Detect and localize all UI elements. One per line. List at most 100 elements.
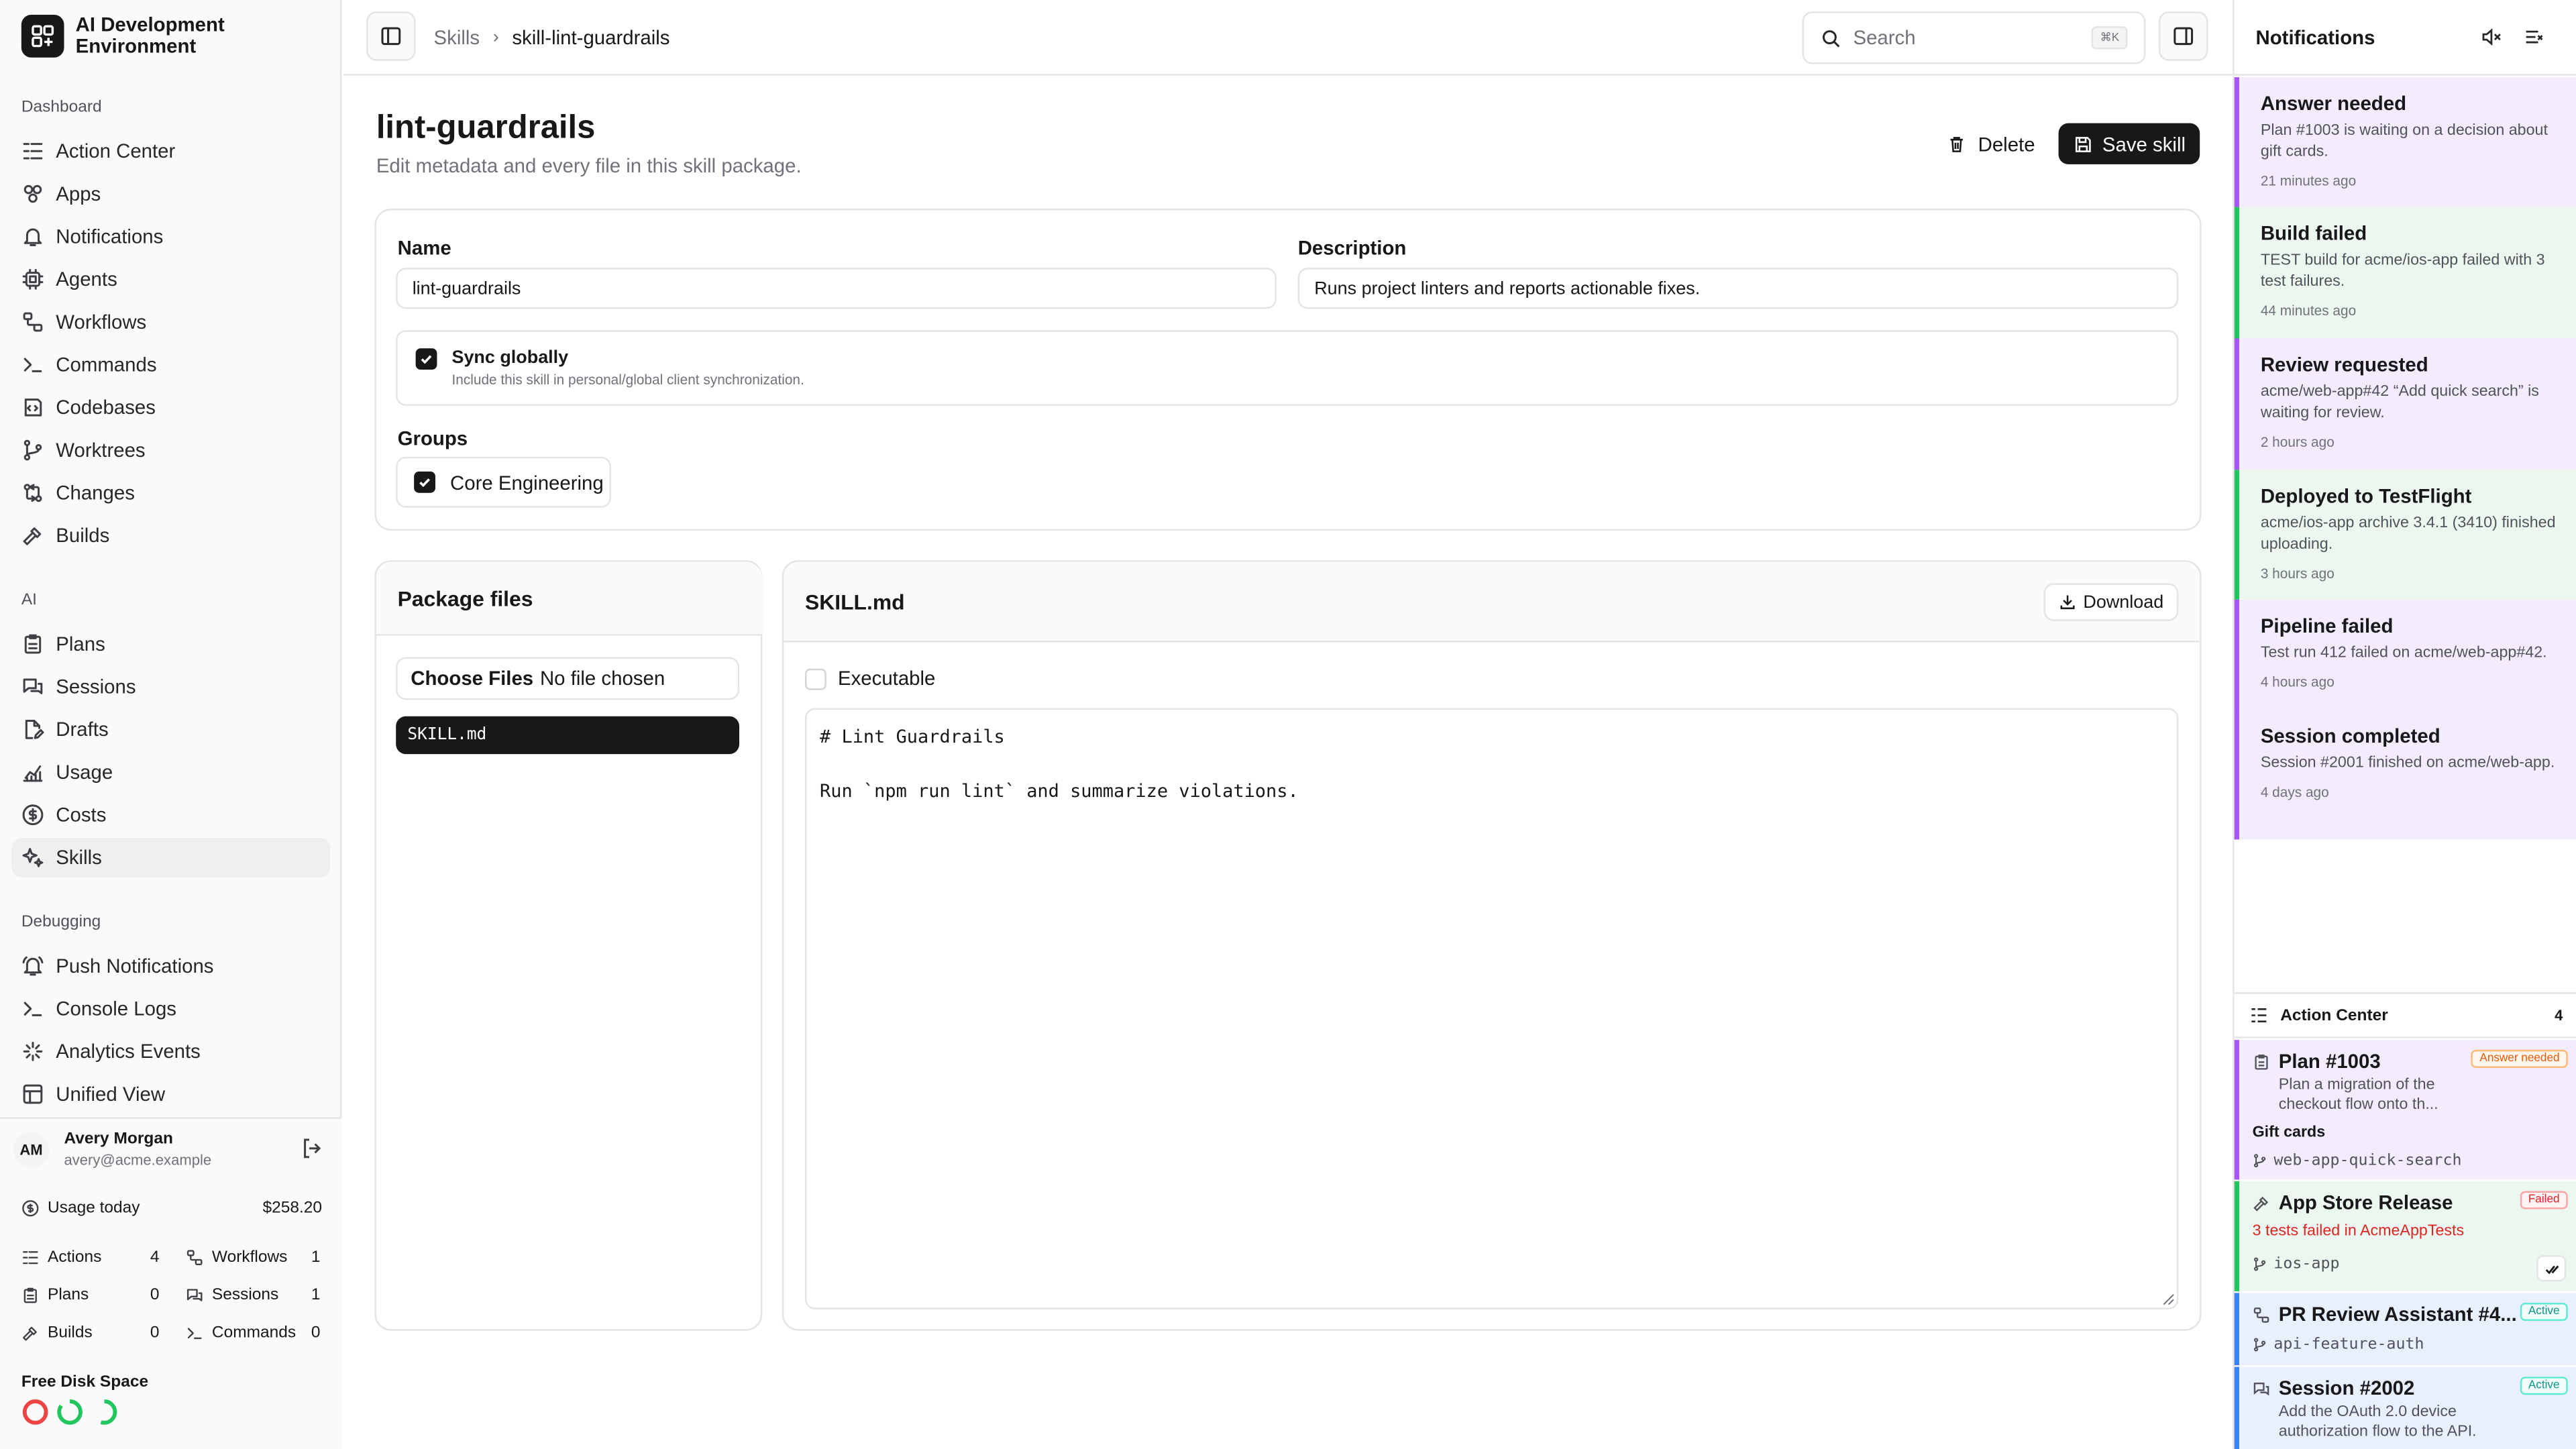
- sidebar-item-workflows[interactable]: Workflows: [11, 303, 330, 342]
- sparkles-icon: [21, 846, 44, 869]
- notification-item[interactable]: Deployed to TestFlight acme/ios-app archi…: [2234, 470, 2576, 600]
- stat-value: 0: [150, 1286, 160, 1305]
- sidebar-item-worktrees[interactable]: Worktrees: [11, 431, 330, 470]
- stat-value: 0: [311, 1324, 321, 1342]
- sidebar-item-analytics-events[interactable]: Analytics Events: [11, 1032, 330, 1071]
- editor-filename: SKILL.md: [805, 590, 905, 614]
- hammer-icon: [21, 1324, 40, 1342]
- notification-item[interactable]: Review requested acme/web-app#42 “Add qui…: [2234, 338, 2576, 470]
- resize-handle-icon[interactable]: [2162, 1293, 2176, 1306]
- description-label: Description: [1297, 236, 1407, 260]
- mark-done-button[interactable]: [2536, 1255, 2567, 1282]
- group-checkbox[interactable]: [414, 471, 435, 493]
- action-card-title: Plan #1003: [2278, 1049, 2381, 1073]
- usage-value: $258.20: [262, 1199, 323, 1218]
- sync-globally-option[interactable]: Sync globally Include this skill in pers…: [396, 330, 2179, 406]
- no-file-text: No file chosen: [539, 667, 665, 690]
- changes-icon: [21, 482, 44, 504]
- save-icon: [2075, 136, 2090, 152]
- stat-builds[interactable]: Builds 0: [21, 1324, 160, 1342]
- apps-icon: [21, 182, 44, 205]
- notification-item[interactable]: Answer needed Plan #1003 is waiting on a …: [2234, 77, 2576, 207]
- choose-files-button[interactable]: Choose Files: [411, 667, 533, 690]
- logout-icon[interactable]: [301, 1137, 323, 1160]
- sidebar-item-changes[interactable]: Changes: [11, 473, 330, 513]
- sidebar-item-push-notifications[interactable]: Push Notifications: [11, 947, 330, 986]
- sidebar-item-agents[interactable]: Agents: [11, 260, 330, 299]
- file-upload-input[interactable]: Choose Files No file chosen: [396, 657, 740, 700]
- sidebar-item-unified-view[interactable]: Unified View: [11, 1075, 330, 1114]
- mute-icon[interactable]: [2481, 26, 2502, 48]
- sidebar-item-skills[interactable]: Skills: [11, 837, 331, 877]
- download-button[interactable]: Download: [2043, 583, 2179, 621]
- executable-option[interactable]: Executable: [805, 667, 935, 690]
- group-core-engineering[interactable]: Core Engineering: [396, 456, 612, 508]
- sidebar-item-commands[interactable]: Commands: [11, 345, 330, 384]
- toggle-right-panel-button[interactable]: [2158, 11, 2208, 61]
- sidebar-item-drafts[interactable]: Drafts: [11, 710, 330, 749]
- sidebar-item-codebases[interactable]: Codebases: [11, 388, 330, 427]
- file-content-editor[interactable]: # Lint Guardrails Run `npm run lint` and…: [805, 708, 2179, 1309]
- sidebar-item-label: Drafts: [56, 718, 109, 741]
- description-field[interactable]: Runs project linters and reports actiona…: [1297, 268, 2179, 309]
- workflow-icon: [186, 1248, 204, 1267]
- codebase-icon: [21, 396, 44, 419]
- sidebar-item-notifications[interactable]: Notifications: [11, 217, 330, 256]
- notification-item[interactable]: Session completed Session #2001 finished …: [2234, 709, 2576, 840]
- sidebar-item-costs[interactable]: Costs: [11, 795, 330, 835]
- sidebar-item-usage[interactable]: Usage: [11, 753, 330, 792]
- workflow-icon: [21, 311, 44, 333]
- notification-title: Pipeline failed: [2260, 614, 2394, 638]
- stat-actions[interactable]: Actions 4: [21, 1248, 160, 1267]
- name-field[interactable]: lint-guardrails: [396, 268, 1277, 309]
- file-item-skill-md[interactable]: SKILL.md: [396, 716, 740, 755]
- branch-icon: [21, 439, 44, 462]
- sidebar-item-console-logs[interactable]: Console Logs: [11, 989, 330, 1028]
- notifications-header: Notifications: [2234, 0, 2576, 76]
- disk-gauge: [21, 1398, 50, 1426]
- action-card-session-2002[interactable]: Session #2002 Active Add the OAuth 2.0 d…: [2234, 1366, 2576, 1449]
- search-input[interactable]: Search ⌘K: [1802, 11, 2146, 64]
- action-card-plan-1003[interactable]: Plan #1003 Answer needed Plan a migratio…: [2234, 1040, 2576, 1180]
- stat-label: Actions: [48, 1248, 102, 1267]
- download-icon: [2060, 595, 2075, 610]
- stat-plans[interactable]: Plans 0: [21, 1287, 160, 1305]
- sidebar-item-label: Unified View: [56, 1082, 166, 1106]
- stat-commands[interactable]: Commands 0: [186, 1324, 321, 1342]
- sidebar-item-action-center[interactable]: Action Center: [11, 131, 330, 171]
- executable-checkbox[interactable]: [805, 667, 826, 690]
- user-profile[interactable]: AM Avery Morgan avery@acme.example: [13, 1130, 211, 1168]
- dollar-icon: [21, 1199, 40, 1218]
- download-label: Download: [2083, 592, 2164, 612]
- notification-time: 21 minutes ago: [2260, 172, 2357, 189]
- sync-globally-checkbox[interactable]: [415, 348, 437, 370]
- executable-label: Executable: [837, 667, 936, 690]
- status-badge: Answer needed: [2471, 1049, 2568, 1068]
- clear-all-icon[interactable]: [2524, 26, 2545, 48]
- notification-item[interactable]: Build failed TEST build for acme/ios-app …: [2234, 207, 2576, 339]
- action-card-extra: Gift cards: [2252, 1124, 2326, 1142]
- notification-item[interactable]: Pipeline failed Test run 412 failed on ac…: [2234, 599, 2576, 710]
- section-label: Debugging: [21, 913, 101, 932]
- action-card-app-store-release[interactable]: App Store Release Failed 3 tests failed …: [2234, 1181, 2576, 1291]
- breadcrumb-skills[interactable]: Skills: [434, 26, 480, 49]
- action-card-pr-review[interactable]: PR Review Assistant #4... Active api-fea…: [2234, 1293, 2576, 1366]
- check-icon: [421, 355, 432, 364]
- save-skill-button[interactable]: Save skill: [2058, 123, 2200, 164]
- activity-icon: [21, 1040, 44, 1063]
- sidebar-item-label: Agents: [56, 268, 117, 291]
- toggle-sidebar-button[interactable]: [366, 11, 416, 61]
- sidebar-item-builds[interactable]: Builds: [11, 516, 330, 555]
- sidebar-item-sessions[interactable]: Sessions: [11, 667, 330, 706]
- sidebar-item-plans[interactable]: Plans: [11, 625, 330, 664]
- app-brand[interactable]: AI Development Environment: [21, 14, 256, 58]
- stat-workflows[interactable]: Workflows 1: [186, 1248, 321, 1267]
- stat-label: Workflows: [211, 1248, 288, 1267]
- sidebar-item-apps[interactable]: Apps: [11, 174, 330, 214]
- check-check-icon: [2544, 1265, 2559, 1274]
- delete-button[interactable]: Delete: [1937, 123, 2045, 164]
- dollar-icon: [21, 804, 44, 826]
- stat-sessions[interactable]: Sessions 1: [186, 1287, 321, 1305]
- action-card-title: App Store Release: [2278, 1191, 2453, 1214]
- action-center-header[interactable]: Action Center 4: [2234, 992, 2576, 1038]
